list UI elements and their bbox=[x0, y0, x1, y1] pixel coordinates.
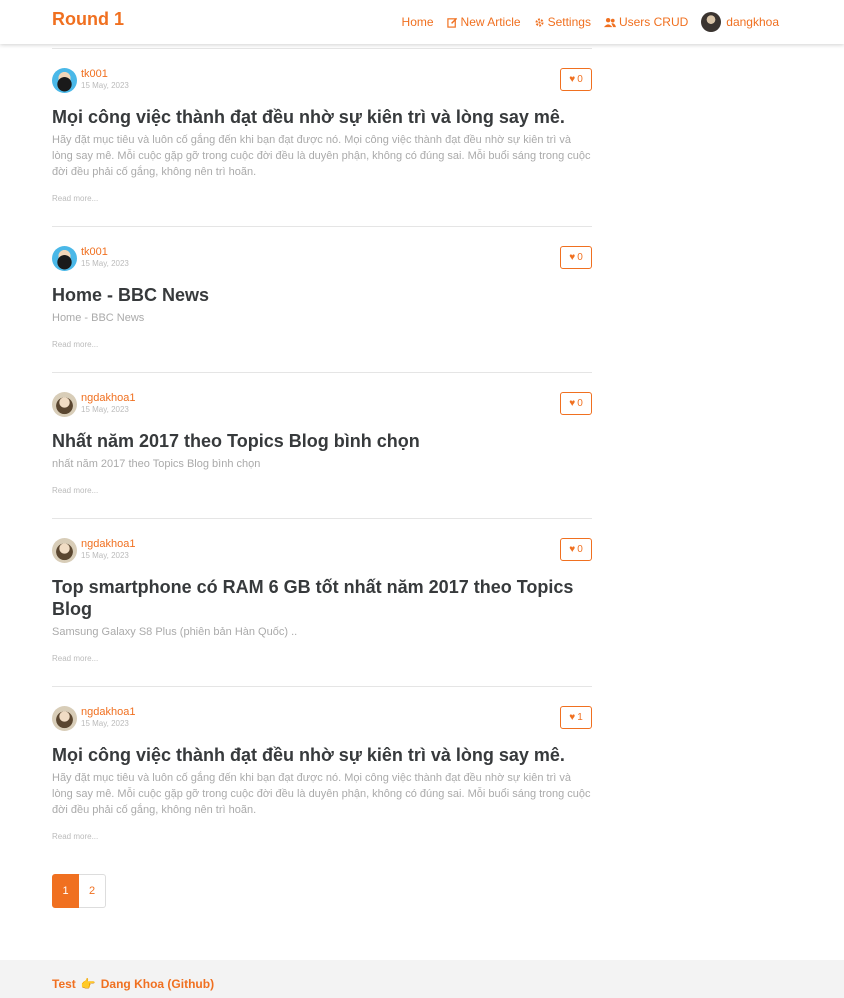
author-name[interactable]: tk001 bbox=[81, 68, 108, 80]
favorite-button[interactable]: ♥ 1 bbox=[560, 706, 592, 729]
article-item: ngdakhoa1 15 May, 2023 ♥ 0 Top smartphon… bbox=[52, 519, 592, 687]
article-description: Hãy đặt mục tiêu và luôn cố gắng đến khi… bbox=[52, 772, 591, 816]
article-title[interactable]: Home - BBC News bbox=[52, 284, 592, 306]
users-icon bbox=[603, 17, 616, 28]
article-description: nhất năm 2017 theo Topics Blog bình chọn bbox=[52, 458, 261, 470]
favorite-button[interactable]: ♥ 0 bbox=[560, 68, 592, 91]
article-item: tk001 15 May, 2023 ♥ 0 Home - BBC News H… bbox=[52, 227, 592, 373]
footer-github-link[interactable]: Dang Khoa (Github) bbox=[101, 977, 214, 991]
read-more-link[interactable]: Read more... bbox=[52, 194, 592, 203]
nav-settings-label: Settings bbox=[547, 15, 591, 29]
read-more-link[interactable]: Read more... bbox=[52, 832, 592, 841]
favorite-count: 0 bbox=[577, 74, 583, 85]
pagination: 1 2 bbox=[52, 874, 106, 908]
article-date: 15 May, 2023 bbox=[81, 81, 129, 90]
author-avatar[interactable] bbox=[52, 392, 77, 417]
article-item: ngdakhoa1 15 May, 2023 ♥ 0 Nhất năm 2017… bbox=[52, 373, 592, 519]
article-title[interactable]: Top smartphone có RAM 6 GB tốt nhất năm … bbox=[52, 576, 592, 620]
nav-users-crud-label: Users CRUD bbox=[618, 15, 689, 29]
article-title[interactable]: Mọi công việc thành đạt đều nhờ sự kiên … bbox=[52, 744, 592, 766]
article-title[interactable]: Nhất năm 2017 theo Topics Blog bình chọn bbox=[52, 430, 592, 452]
author-avatar[interactable] bbox=[52, 246, 77, 271]
edit-icon bbox=[446, 17, 458, 28]
favorite-button[interactable]: ♥ 0 bbox=[560, 538, 592, 561]
top-navbar: Round 1 Home New Article Settings Users … bbox=[0, 0, 844, 44]
nav-users-crud-link[interactable]: Users CRUD bbox=[603, 15, 689, 29]
nav-home-link[interactable]: Home bbox=[402, 15, 434, 29]
read-more-link[interactable]: Read more... bbox=[52, 654, 592, 663]
author-name[interactable]: ngdakhoa1 bbox=[81, 706, 135, 718]
gear-icon bbox=[534, 17, 545, 28]
nav-settings-link[interactable]: Settings bbox=[534, 15, 591, 29]
author-avatar[interactable] bbox=[52, 68, 77, 93]
article-date: 15 May, 2023 bbox=[81, 259, 129, 268]
heart-icon: ♥ bbox=[569, 74, 576, 85]
brand-logo[interactable]: Round 1 bbox=[52, 9, 124, 30]
article-date: 15 May, 2023 bbox=[81, 405, 129, 414]
footer: Test 👉 Dang Khoa (Github) bbox=[0, 960, 844, 998]
article-description: Home - BBC News bbox=[52, 312, 145, 324]
article-item: ngdakhoa1 15 May, 2023 ♥ 1 Mọi công việc… bbox=[52, 687, 592, 864]
heart-icon: ♥ bbox=[569, 544, 576, 555]
favorite-count: 0 bbox=[577, 252, 583, 263]
article-description: Hãy đặt mục tiêu và luôn cố gắng đến khi… bbox=[52, 134, 591, 178]
author-name[interactable]: tk001 bbox=[81, 246, 108, 258]
favorite-count: 0 bbox=[577, 398, 583, 409]
article-description: Samsung Galaxy S8 Plus (phiên bản Hàn Qu… bbox=[52, 626, 298, 638]
author-name[interactable]: ngdakhoa1 bbox=[81, 392, 135, 404]
page-button-1[interactable]: 1 bbox=[52, 874, 79, 908]
user-avatar bbox=[701, 12, 722, 32]
nav-links: Home New Article Settings Users CRUD dan… bbox=[389, 0, 779, 44]
author-avatar[interactable] bbox=[52, 538, 77, 563]
page-button-2[interactable]: 2 bbox=[79, 874, 106, 908]
article-date: 15 May, 2023 bbox=[81, 719, 129, 728]
article-meta: ngdakhoa1 15 May, 2023 ♥ 1 bbox=[52, 706, 592, 731]
favorite-button[interactable]: ♥ 0 bbox=[560, 246, 592, 269]
author-avatar[interactable] bbox=[52, 706, 77, 731]
heart-icon: ♥ bbox=[569, 712, 576, 723]
favorite-button[interactable]: ♥ 0 bbox=[560, 392, 592, 415]
article-meta: ngdakhoa1 15 May, 2023 ♥ 0 bbox=[52, 392, 592, 417]
footer-text: Test 👉 Dang Khoa (Github) bbox=[52, 977, 214, 991]
article-meta: tk001 15 May, 2023 ♥ 0 bbox=[52, 68, 592, 93]
heart-icon: ♥ bbox=[569, 252, 576, 263]
nav-new-article-link[interactable]: New Article bbox=[446, 15, 521, 29]
favorite-count: 0 bbox=[577, 544, 583, 555]
read-more-link[interactable]: Read more... bbox=[52, 486, 592, 495]
article-date: 15 May, 2023 bbox=[81, 551, 129, 560]
author-name[interactable]: ngdakhoa1 bbox=[81, 538, 135, 550]
favorite-count: 1 bbox=[577, 712, 583, 723]
heart-icon: ♥ bbox=[569, 398, 576, 409]
nav-user-profile-link[interactable]: dangkhoa bbox=[701, 12, 779, 32]
footer-prefix: Test bbox=[52, 977, 76, 991]
article-list: tk001 15 May, 2023 ♥ 0 Mọi công việc thà… bbox=[52, 44, 592, 864]
article-title[interactable]: Mọi công việc thành đạt đều nhờ sự kiên … bbox=[52, 106, 592, 128]
article-meta: tk001 15 May, 2023 ♥ 0 bbox=[52, 246, 592, 271]
nav-user-label: dangkhoa bbox=[726, 15, 779, 29]
article-meta: ngdakhoa1 15 May, 2023 ♥ 0 bbox=[52, 538, 592, 563]
nav-new-article-label: New Article bbox=[460, 15, 521, 29]
pointing-hand-icon: 👉 bbox=[80, 977, 96, 991]
nav-home-label: Home bbox=[401, 15, 434, 29]
article-item: tk001 15 May, 2023 ♥ 0 Mọi công việc thà… bbox=[52, 49, 592, 227]
read-more-link[interactable]: Read more... bbox=[52, 340, 592, 349]
